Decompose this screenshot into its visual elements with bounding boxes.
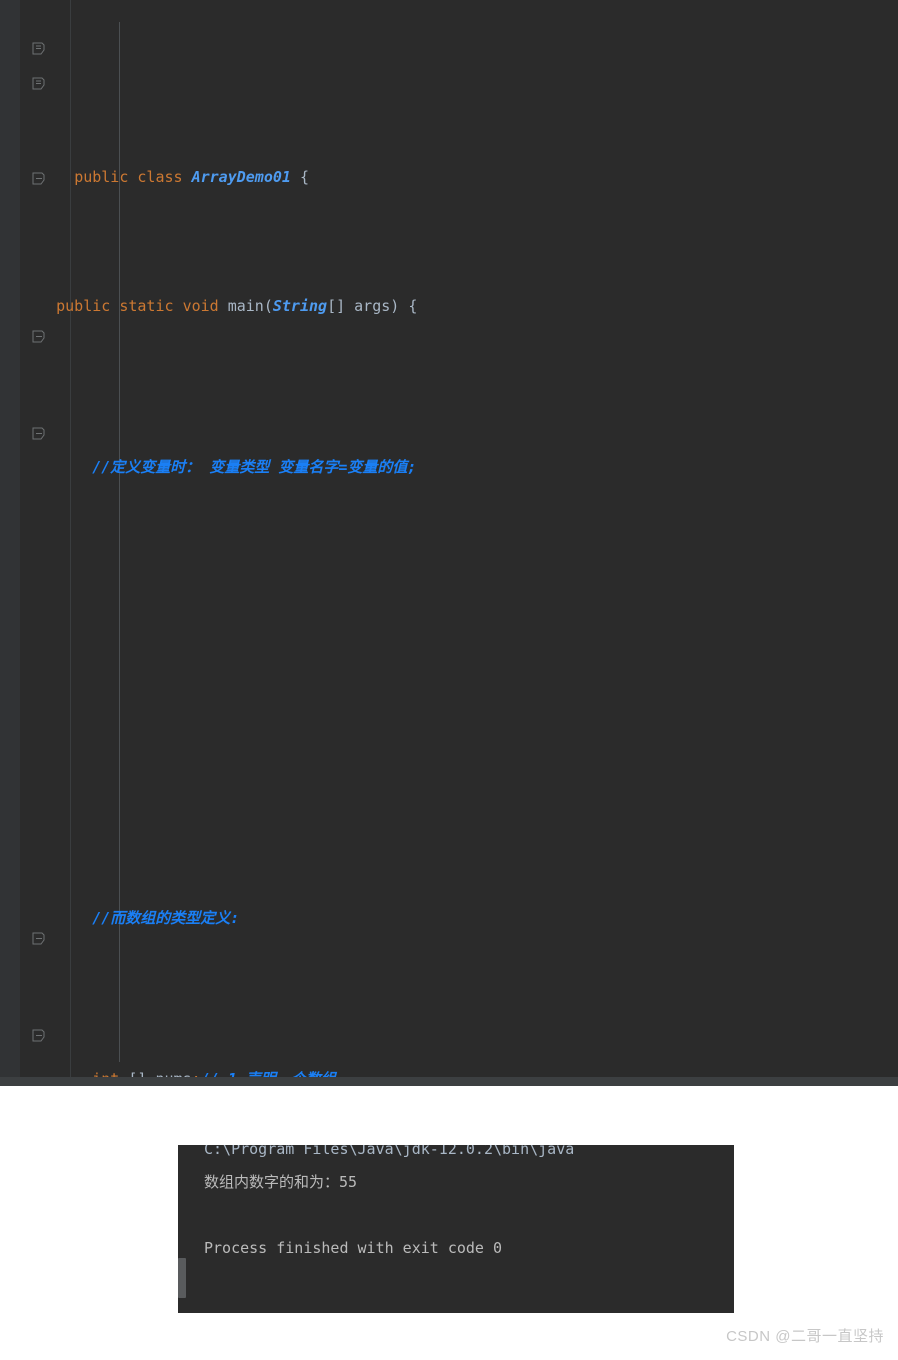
- token-brace: {: [408, 296, 418, 315]
- console-scrollbar-thumb[interactable]: [178, 1258, 186, 1298]
- code-line[interactable]: public class ArrayDemo01 {: [0, 129, 898, 186]
- csdn-watermark: CSDN @二哥一直坚持: [726, 1328, 884, 1345]
- code-line[interactable]: [0, 741, 898, 773]
- code-editor[interactable]: public class ArrayDemo01 { public static…: [0, 0, 898, 1086]
- console-line: 数组内数字的和为：55: [204, 1173, 358, 1191]
- token-type: String: [272, 296, 328, 315]
- token-keyword: static: [119, 296, 174, 315]
- code-line[interactable]: //而数组的类型定义:: [0, 902, 898, 934]
- console-line: C:\Program Files\Java\jdk-12.0.2\bin\jav…: [204, 1145, 575, 1158]
- token-keyword: void: [182, 296, 219, 315]
- console-line: Process finished with exit code 0: [204, 1239, 503, 1257]
- token-keyword: class: [137, 168, 183, 187]
- token-comment: //而数组的类型定义:: [92, 908, 240, 927]
- token-brace: {: [299, 168, 309, 187]
- code-line[interactable]: [0, 612, 898, 644]
- token-paren: ): [390, 296, 400, 315]
- token-keyword: public: [74, 168, 129, 187]
- run-console-panel[interactable]: C:\Program Files\Java\jdk-12.0.2\bin\jav…: [178, 1145, 734, 1313]
- token-paren: (: [263, 296, 273, 315]
- console-output: C:\Program Files\Java\jdk-12.0.2\bin\jav…: [204, 1145, 574, 1265]
- token-keyword: public: [56, 296, 111, 315]
- token-method-name: main: [227, 296, 264, 315]
- code-content[interactable]: public class ArrayDemo01 { public static…: [0, 0, 898, 1086]
- editor-bottom-strip: [0, 1077, 898, 1086]
- code-line[interactable]: //定义变量时： 变量类型 变量名字=变量的值;: [0, 451, 898, 483]
- token-brackets: []: [327, 296, 346, 315]
- token-comment: //定义变量时： 变量类型 变量名字=变量的值;: [92, 457, 417, 476]
- code-line[interactable]: public static void main(String[] args) {: [0, 290, 898, 322]
- token-class-name: ArrayDemo01: [191, 168, 291, 187]
- token-param: args: [354, 296, 391, 315]
